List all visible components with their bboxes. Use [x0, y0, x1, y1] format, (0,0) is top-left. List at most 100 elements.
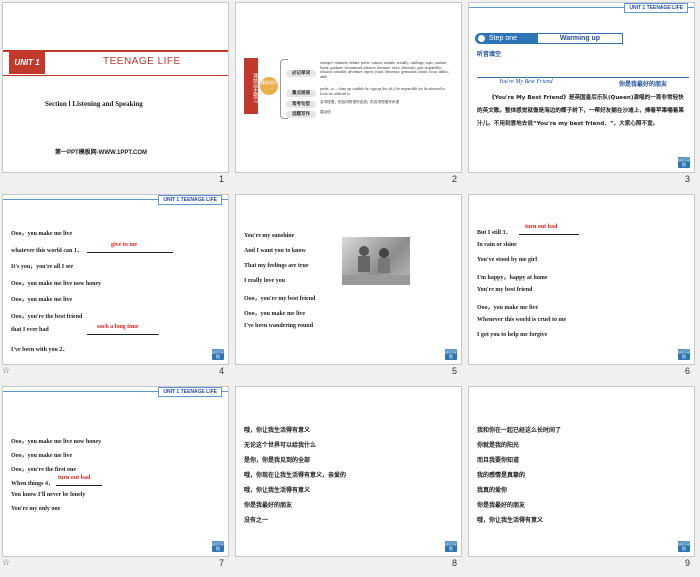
- item-label: 常考句型: [286, 100, 316, 108]
- lyric-line: whatever this world can 1．: [11, 247, 83, 254]
- nav-button[interactable]: 返回导航: [212, 541, 224, 552]
- lyric-line: You know I'll never be lonely: [11, 492, 86, 498]
- song-title-cn: 你是我最好的朋友: [619, 81, 668, 88]
- slide-cell-5[interactable]: 返回导航 You're my sunshine And I want you to…: [233, 192, 466, 384]
- lyric-line: Ooo，you make me live: [11, 453, 73, 459]
- lyric-line: that I ever had: [11, 327, 49, 333]
- lyric-line: Ooo，you make me live: [477, 305, 539, 311]
- slide-cell-7[interactable]: UNIT 1 TEENAGE LIFE 返回导航 Ooo，you make me…: [0, 384, 233, 576]
- item-text: teenager; volunteer; debate; prefer; con…: [320, 61, 449, 79]
- lyric-line: You've stood by me girl: [477, 257, 537, 263]
- slide-cell-2[interactable]: 课前自主预习 基础知识 必记单词 teenager; volunteer; deb…: [233, 0, 466, 192]
- lyric-line: I've been with you 2．: [11, 346, 69, 353]
- sub-heading: 听音填空: [477, 51, 502, 58]
- nav-button[interactable]: 返回导航: [445, 349, 457, 360]
- lyric-line: Ooo，you're the best friend: [11, 313, 83, 320]
- lyric-line: 你是我最好的朋友: [244, 502, 293, 509]
- step-label: Step one: [489, 35, 518, 42]
- slide-6[interactable]: 返回导航 But I still 3． In rain or shine You'v…: [469, 195, 694, 364]
- slide-number: 6: [684, 366, 690, 376]
- lyric-line: Ooo，you make me live now honey: [11, 280, 102, 287]
- slide-cell-8[interactable]: 返回导航 哦，你让我生活得有意义 无论这个世界可以给我什么 是你，你是我见到的全部哦…: [233, 384, 466, 576]
- nav-button[interactable]: 返回导航: [445, 541, 457, 552]
- lyric-line: Ooo，you make me live: [244, 311, 306, 317]
- slide-number: 1: [218, 174, 224, 184]
- slide-number: 4: [218, 366, 224, 376]
- nav-button[interactable]: 返回导航: [678, 157, 690, 168]
- lyric-line: Ooo，you make me live: [11, 297, 73, 303]
- lyric-line: You're my only one: [11, 506, 61, 512]
- answer-text: such a long time: [97, 324, 139, 330]
- nav-button[interactable]: 返回导航: [678, 541, 690, 552]
- slide-cell-4[interactable]: UNIT 1 TEENAGE LIFE 返回导航 Ooo，you make me…: [0, 192, 233, 384]
- description: 《You're My Best Friend》是英国皇后乐队(Queen)演唱的…: [477, 95, 684, 127]
- slide-number: 5: [451, 366, 457, 376]
- bracket: [280, 59, 288, 119]
- answer-text: turn out bad: [58, 475, 91, 481]
- lyric-line: Ooo，you make me live: [11, 231, 73, 237]
- nav-button[interactable]: 返回导航: [678, 349, 690, 360]
- lyric-line: Ooo，you're the first one: [11, 467, 77, 473]
- lyric-line: 是你，你是我见到的全部: [244, 457, 311, 464]
- slide-cell-6[interactable]: 返回导航 But I still 3． In rain or shine You'v…: [466, 192, 699, 384]
- lyric-line: When things 4．: [11, 481, 55, 487]
- lyric-line: You're my best friend: [477, 287, 533, 293]
- slide-2[interactable]: 课前自主预习 基础知识 必记单词 teenager; volunteer; deb…: [236, 3, 461, 172]
- unit-header: UNIT 1 TEENAGE LIFE: [624, 3, 688, 13]
- lyric-line: 我的感情是真挚的: [477, 472, 526, 479]
- unit-title: TEENAGE LIFE: [103, 56, 181, 67]
- item-label: 必记单词: [286, 69, 316, 77]
- answer-text: turn out bad: [525, 224, 558, 230]
- slide-4[interactable]: UNIT 1 TEENAGE LIFE 返回导航 Ooo，you make me…: [3, 195, 228, 364]
- lyric-line: It's you，you're all I see: [11, 264, 74, 270]
- song-title-en: You're My Best Friend: [499, 79, 553, 85]
- slide-number: 8: [451, 558, 457, 568]
- slide-number: 9: [684, 558, 690, 568]
- lyric-line: That my feelings are true: [244, 263, 309, 269]
- side-title: 课前自主预习: [244, 58, 258, 114]
- slide-cell-3[interactable]: UNIT 1 TEENAGE LIFE Step one Warming up …: [466, 0, 699, 192]
- slide-number: 7: [218, 558, 224, 568]
- divider: [477, 77, 689, 78]
- item-label: 话题写作: [286, 110, 316, 118]
- lyric-line: 没有之一: [244, 517, 269, 524]
- slide-number: 3: [684, 174, 690, 184]
- slide-5[interactable]: 返回导航 You're my sunshine And I want you to…: [236, 195, 461, 364]
- slide-number: 2: [451, 174, 457, 184]
- step-title: Warming up: [537, 33, 623, 44]
- unit-header: UNIT 1 TEENAGE LIFE: [158, 195, 222, 205]
- lyric-line: Whenever this world is cruel to me: [477, 317, 567, 323]
- lyric-line: And I want you to know: [244, 248, 306, 254]
- side-badge: 基础知识: [260, 77, 278, 95]
- item-label: 重点短语: [286, 89, 316, 97]
- lyric-line: Ooo，you make me live now honey: [11, 439, 102, 445]
- lyric-line: I got you to help me forgive: [477, 332, 548, 338]
- photo: [342, 237, 410, 285]
- slide-grid: UNIT 1 TEENAGE LIFE Section Ⅰ Listening …: [0, 0, 700, 577]
- lyric-line: Ooo，you're my best friend: [244, 296, 316, 302]
- lyric-line: 而且我要你知道: [477, 457, 520, 464]
- star-icon: ☆: [2, 558, 11, 568]
- slide-8[interactable]: 返回导航 哦，你让我生活得有意义 无论这个世界可以给我什么 是你，你是我见到的全部哦…: [236, 387, 461, 556]
- lyric-line: I really love you: [244, 278, 286, 284]
- lyric-line: I'm happy，happy at home: [477, 275, 548, 281]
- star-icon: ☆: [2, 366, 11, 376]
- nav-button[interactable]: 返回导航: [212, 349, 224, 360]
- lyric-line: But I still 3．: [477, 230, 512, 236]
- slide-3[interactable]: UNIT 1 TEENAGE LIFE Step one Warming up …: [469, 3, 694, 172]
- lyric-line: 哦，你让我生活得有意义: [244, 487, 311, 494]
- unit-header: UNIT 1 TEENAGE LIFE: [158, 387, 222, 397]
- slide-7[interactable]: UNIT 1 TEENAGE LIFE 返回导航 Ooo，you make me…: [3, 387, 228, 556]
- lyric-line: You're my sunshine: [244, 233, 295, 239]
- slide-cell-1[interactable]: UNIT 1 TEENAGE LIFE Section Ⅰ Listening …: [0, 0, 233, 192]
- lyric-line: I've been wandering round: [244, 323, 314, 329]
- step-badge: Step one: [475, 33, 537, 44]
- step-dot-icon: [478, 35, 485, 42]
- lyric-line: 哦，你让我生活得有意义: [477, 517, 544, 524]
- slide-9[interactable]: 返回导航 我和你在一起已经这么长时间了 你就是我的阳光 而且我要你知道 我的感情是真挚…: [469, 387, 694, 556]
- slide-cell-9[interactable]: 返回导航 我和你在一起已经这么长时间了 你就是我的阳光 而且我要你知道 我的感情是真挚…: [466, 384, 699, 576]
- section-title: Section Ⅰ Listening and Speaking: [45, 100, 143, 108]
- lyric-line: 我真的爱你: [477, 487, 508, 494]
- slide-1[interactable]: UNIT 1 TEENAGE LIFE Section Ⅰ Listening …: [3, 3, 228, 172]
- lyric-line: In rain or shine: [477, 242, 517, 248]
